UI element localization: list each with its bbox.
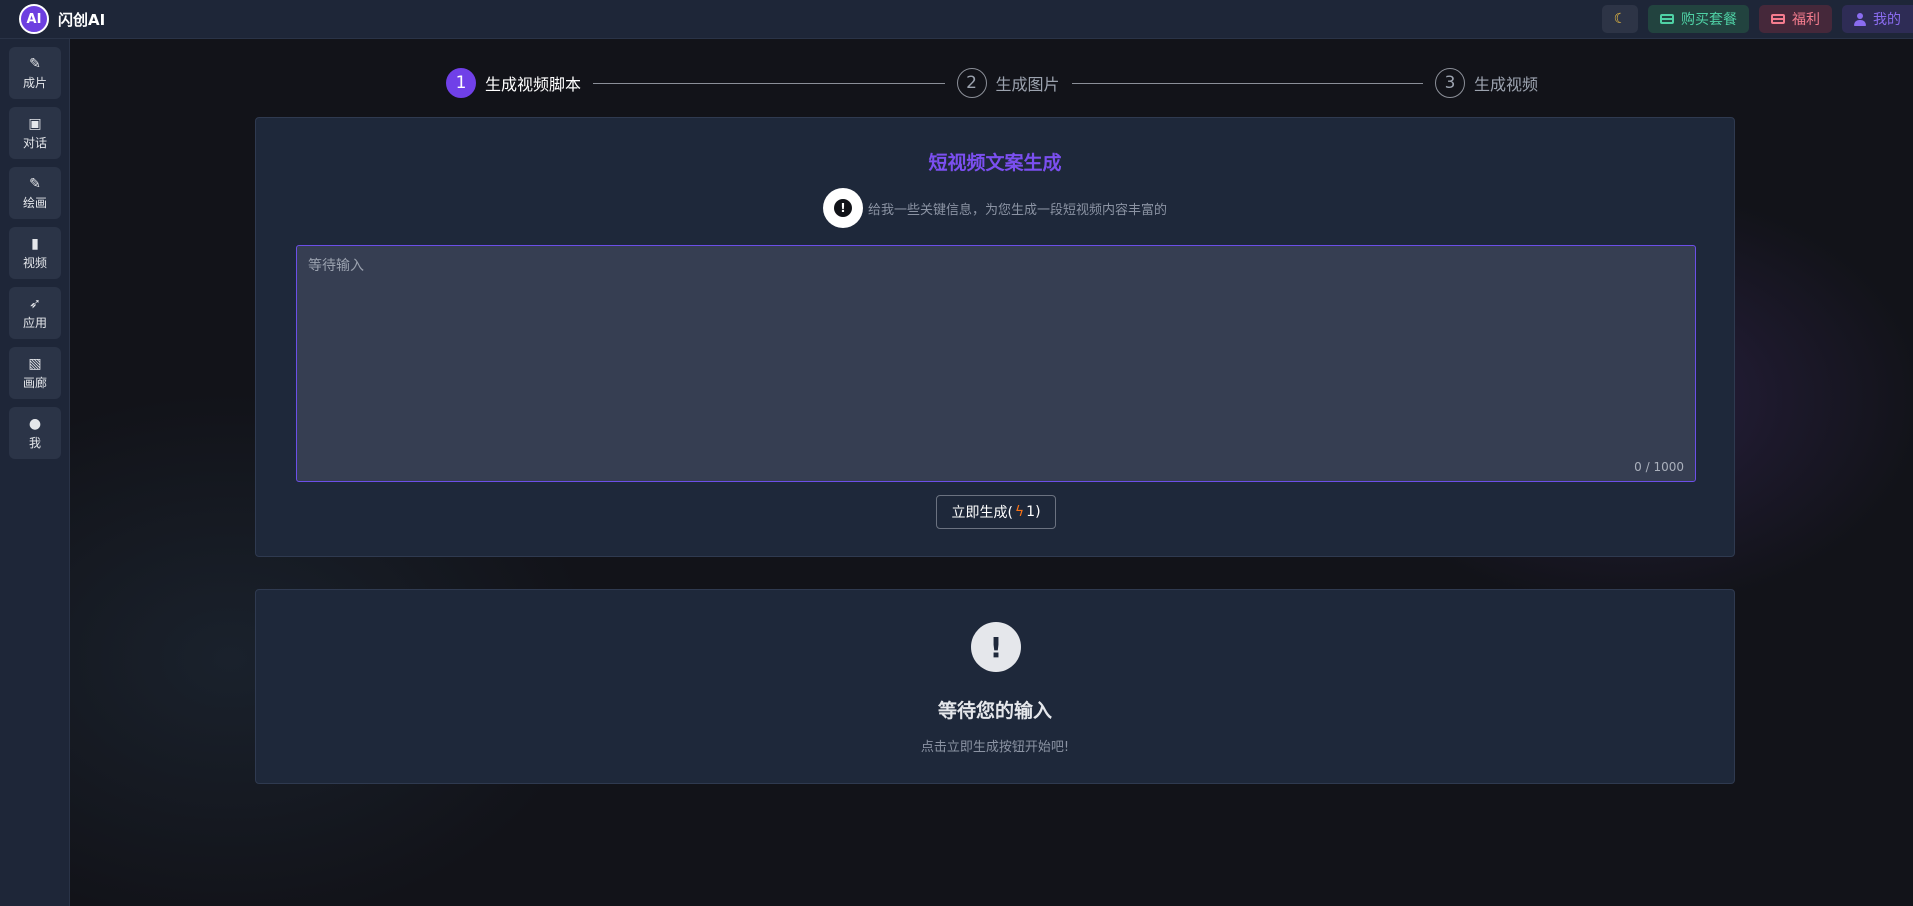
card-icon xyxy=(1771,14,1785,24)
step-connector xyxy=(593,82,945,84)
step-label: 生成视频 xyxy=(1474,75,1539,94)
sidebar-item-apps[interactable]: ➶ 应用 xyxy=(9,287,61,339)
step-script[interactable]: 1 生成视频脚本 xyxy=(446,68,581,98)
user-icon xyxy=(1854,12,1866,26)
sidebar-item-label: 画廊 xyxy=(22,375,47,390)
sidebar: ✎ 成片 ▣ 对话 ✎ 绘画 ▮ 视频 ➶ 应用 ▧ 画廊 ● 我 xyxy=(0,39,70,906)
moon-icon: ☾ xyxy=(1613,11,1627,27)
user-icon: ● xyxy=(28,415,42,432)
mine-button[interactable]: 我的 xyxy=(1842,5,1913,33)
sidebar-item-label: 对话 xyxy=(22,135,47,150)
welfare-button[interactable]: 福利 xyxy=(1759,5,1832,33)
sidebar-item-film[interactable]: ✎ 成片 xyxy=(9,47,61,99)
step-label: 生成图片 xyxy=(995,75,1060,94)
generate-button[interactable]: 立即生成( ϟ 1) xyxy=(936,495,1056,529)
step-connector xyxy=(1071,82,1423,84)
card-icon xyxy=(1660,14,1674,24)
exclamation-icon: ! xyxy=(971,622,1021,672)
rocket-icon: ➶ xyxy=(29,295,41,312)
mine-label: 我的 xyxy=(1873,12,1901,28)
phone-icon: ▮ xyxy=(31,235,39,252)
stepper: 1 生成视频脚本 2 生成图片 3 生成视频 xyxy=(446,68,1538,98)
card-title: 短视频文案生成 xyxy=(928,152,1062,174)
result-card: ! 等待您的输入 点击立即生成按钮开始吧! xyxy=(255,589,1735,784)
result-subtitle: 点击立即生成按钮开始吧! xyxy=(920,740,1070,755)
generate-cost: 1) xyxy=(1026,504,1041,520)
sidebar-item-chat[interactable]: ▣ 对话 xyxy=(9,107,61,159)
script-generator-card: 短视频文案生成 ! 给我一些关键信息，为您生成一段短视频内容丰富的 0 / 10… xyxy=(255,117,1735,557)
sidebar-item-me[interactable]: ● 我 xyxy=(9,407,61,459)
step-number: 3 xyxy=(1435,68,1465,98)
step-number: 1 xyxy=(446,68,476,98)
prompt-input-wrapper: 0 / 1000 xyxy=(296,245,1696,482)
lightning-icon: ϟ xyxy=(1014,504,1025,520)
app-title: 闪创AI xyxy=(58,10,106,29)
sidebar-item-label: 我 xyxy=(28,435,41,450)
buy-package-button[interactable]: 购买套餐 xyxy=(1648,5,1749,33)
sidebar-item-label: 应用 xyxy=(22,315,47,330)
sidebar-item-label: 成片 xyxy=(22,75,47,90)
prompt-input[interactable] xyxy=(297,246,1695,481)
logo-text: AI xyxy=(26,11,42,27)
buy-label: 购买套餐 xyxy=(1681,12,1737,28)
step-video[interactable]: 3 生成视频 xyxy=(1435,68,1538,98)
magic-wand-icon: ✎ xyxy=(29,175,41,192)
hint-text: 给我一些关键信息，为您生成一段短视频内容丰富的 xyxy=(867,202,1167,218)
generate-label: 立即生成( xyxy=(951,505,1013,521)
theme-toggle-button[interactable]: ☾ xyxy=(1602,5,1638,33)
hint: ! 给我一些关键信息，为您生成一段短视频内容丰富的 xyxy=(256,188,1734,228)
info-icon: ! xyxy=(822,188,863,228)
gallery-icon: ▧ xyxy=(28,355,42,372)
magic-wand-icon: ✎ xyxy=(29,55,41,72)
step-label: 生成视频脚本 xyxy=(485,75,582,94)
step-images[interactable]: 2 生成图片 xyxy=(956,68,1060,98)
sidebar-item-label: 绘画 xyxy=(22,195,47,210)
sidebar-item-gallery[interactable]: ▧ 画廊 xyxy=(9,347,61,399)
sidebar-item-label: 视频 xyxy=(22,255,47,270)
chat-icon: ▣ xyxy=(28,115,42,132)
top-actions: ☾ 购买套餐 福利 我的 xyxy=(1602,5,1913,33)
result-title: 等待您的输入 xyxy=(937,700,1052,722)
sidebar-item-draw[interactable]: ✎ 绘画 xyxy=(9,167,61,219)
step-number: 2 xyxy=(956,68,987,98)
logo-icon: AI xyxy=(19,4,49,34)
welfare-label: 福利 xyxy=(1792,12,1820,28)
brand[interactable]: AI 闪创AI xyxy=(19,4,105,34)
top-bar: AI 闪创AI ☾ 购买套餐 福利 我的 xyxy=(0,0,1913,39)
char-counter: 0 / 1000 xyxy=(1634,460,1684,474)
sidebar-item-video[interactable]: ▮ 视频 xyxy=(9,227,61,279)
